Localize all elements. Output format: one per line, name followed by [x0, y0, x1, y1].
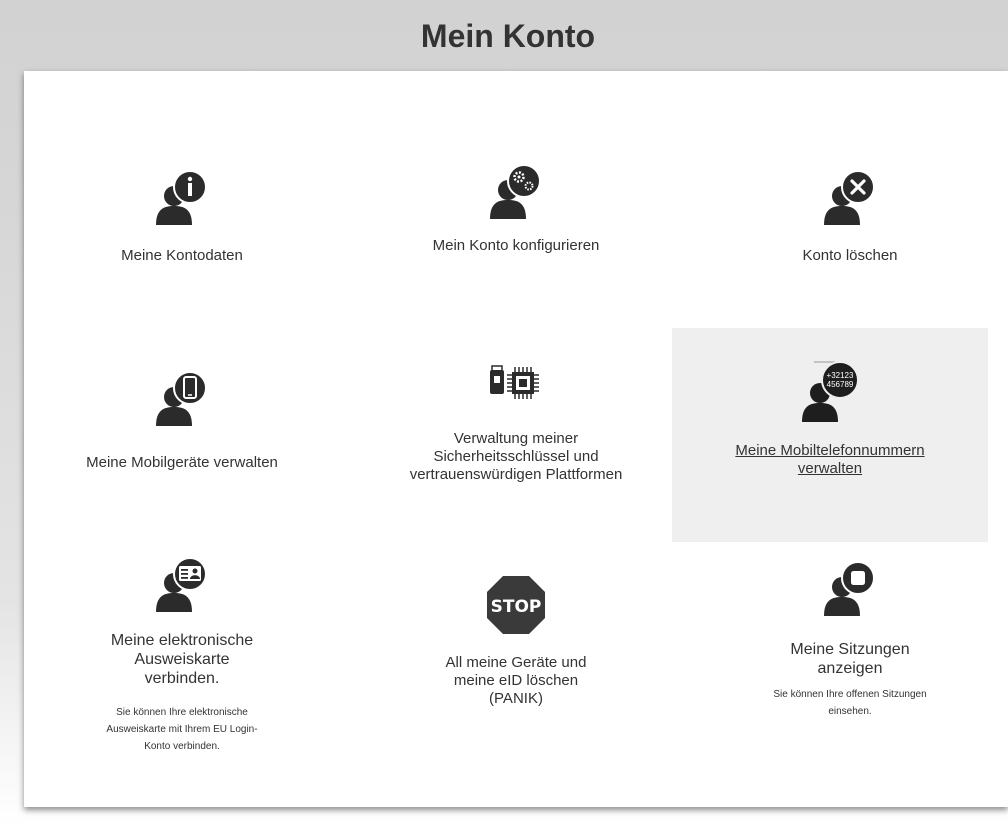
tile-connect-eid-card[interactable]: Meine elektronische Ausweiskarte verbind…	[24, 546, 340, 806]
stop-sign-icon: STOP	[485, 574, 547, 636]
tile-label: Konto löschen	[802, 247, 898, 264]
tile-label: Meine Sitzungen anzeigen	[790, 641, 910, 677]
tile-label: Mein Konto konfigurieren	[432, 237, 600, 254]
tile-label: Meine elektronische Ausweiskarte verbind…	[110, 632, 254, 687]
tile-manage-phone-numbers[interactable]: +32123 456789 Meine Mobiltelefonnummern …	[672, 328, 988, 542]
tile-configure-account[interactable]: Mein Konto konfigurieren	[358, 111, 674, 325]
user-settings-icon	[488, 163, 544, 219]
user-delete-icon	[822, 169, 878, 225]
tile-label: Meine Mobilgeräte verwalten	[86, 454, 278, 471]
tile-label: All meine Geräte und meine eID löschen (…	[445, 654, 587, 707]
user-info-icon	[154, 169, 210, 225]
page-title: Mein Konto	[420, 18, 596, 54]
security-key-chip-icon	[486, 362, 546, 402]
user-id-card-icon	[154, 556, 210, 612]
stop-sign-text: STOP	[491, 597, 542, 617]
user-mobile-icon	[154, 370, 210, 426]
user-session-icon	[822, 560, 878, 616]
page-header: Mein Konto	[8, 0, 1008, 70]
tile-label: Meine Kontodaten	[121, 247, 243, 264]
tile-my-account-data[interactable]: Meine Kontodaten	[24, 111, 340, 325]
phone-number-text-line-1: +32123	[827, 371, 854, 380]
tile-label: Verwaltung meiner Sicherheitsschlüssel u…	[409, 430, 623, 483]
tile-manage-mobile-devices[interactable]: Meine Mobilgeräte verwalten	[24, 328, 340, 542]
tile-panic-delete-all[interactable]: STOP All meine Geräte und meine eID lösc…	[358, 546, 674, 760]
tile-security-keys[interactable]: Verwaltung meiner Sicherheitsschlüssel u…	[358, 328, 674, 542]
tile-label-link[interactable]: Meine Mobiltelefonnummern verwalten	[732, 442, 928, 478]
tile-show-sessions[interactable]: Meine Sitzungen anzeigen Sie können Ihre…	[692, 546, 1008, 760]
tile-delete-account[interactable]: Konto löschen	[692, 111, 1008, 325]
tile-description: Sie können Ihre elektronische Ausweiskar…	[106, 707, 258, 752]
tile-description: Sie können Ihre offenen Sitzungen einseh…	[773, 689, 927, 717]
user-phone-number-icon: +32123 456789	[800, 358, 860, 422]
phone-number-text-line-2: 456789	[827, 380, 854, 389]
account-menu-panel: Meine Kontodaten Mein Konto konfiguriere…	[24, 71, 1008, 807]
